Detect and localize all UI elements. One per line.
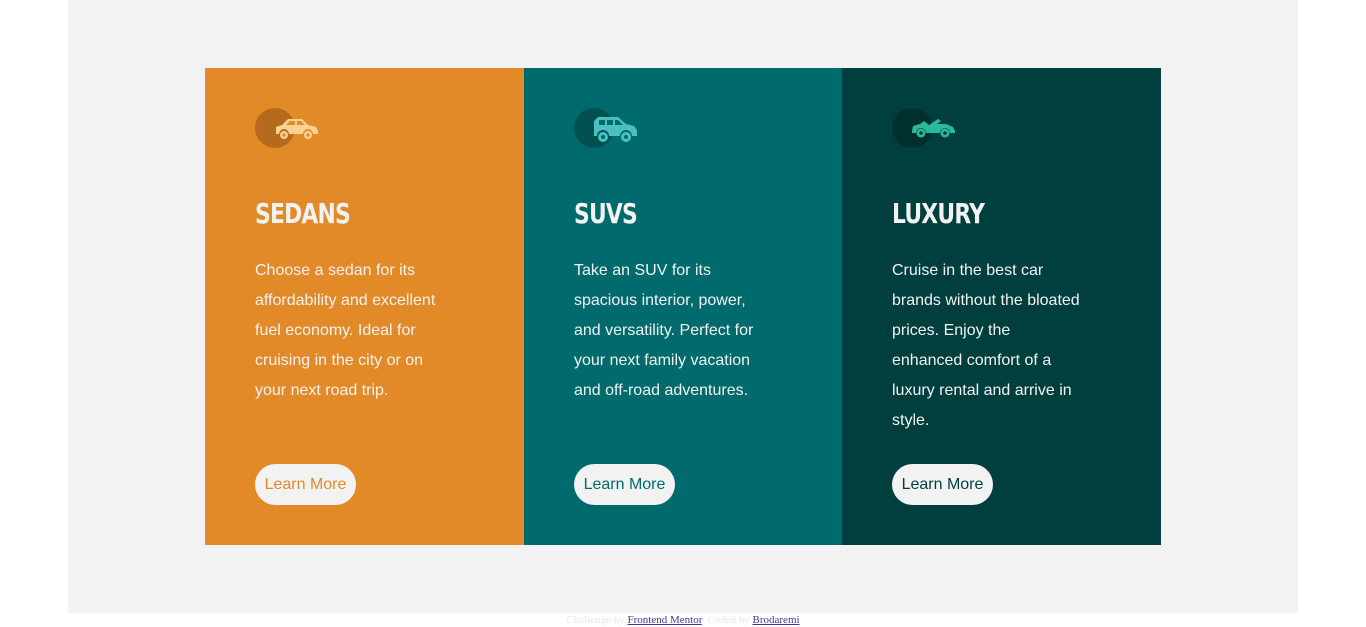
learn-more-button-luxury[interactable]: Learn More <box>892 464 993 505</box>
luxury-car-icon <box>892 108 962 148</box>
learn-more-button-suvs[interactable]: Learn More <box>574 464 675 505</box>
card-title: SEDANS <box>255 197 351 230</box>
luxury-car-glyph <box>912 119 955 138</box>
author-link[interactable]: Brodaremi <box>753 614 800 626</box>
card-description: Choose a sedan for its affordability and… <box>255 262 436 399</box>
challenge-prefix: Challenge by <box>566 614 625 626</box>
card-luxury: LUXURY Cruise in the best car brands wit… <box>842 68 1161 545</box>
suv-car-glyph <box>594 117 637 142</box>
coded-prefix: . Coded by <box>701 614 750 626</box>
card-sedans: SEDANS Choose a sedan for its affordabil… <box>205 68 524 545</box>
car-cards: SEDANS Choose a sedan for its affordabil… <box>205 68 1161 545</box>
learn-more-button-sedans[interactable]: Learn More <box>255 464 356 505</box>
suv-icon <box>574 108 644 148</box>
sedan-car-glyph <box>276 119 318 139</box>
frontend-mentor-link[interactable]: Frontend Mentor <box>628 614 702 626</box>
card-title: LUXURY <box>892 197 985 230</box>
card-title: SUVS <box>574 197 638 230</box>
card-description: Take an SUV for its spacious interior, p… <box>574 262 754 399</box>
card-suvs: SUVS Take an SUV for its spacious interi… <box>524 68 842 545</box>
card-description: Cruise in the best car brands without th… <box>892 262 1080 429</box>
sedan-icon <box>255 108 325 148</box>
